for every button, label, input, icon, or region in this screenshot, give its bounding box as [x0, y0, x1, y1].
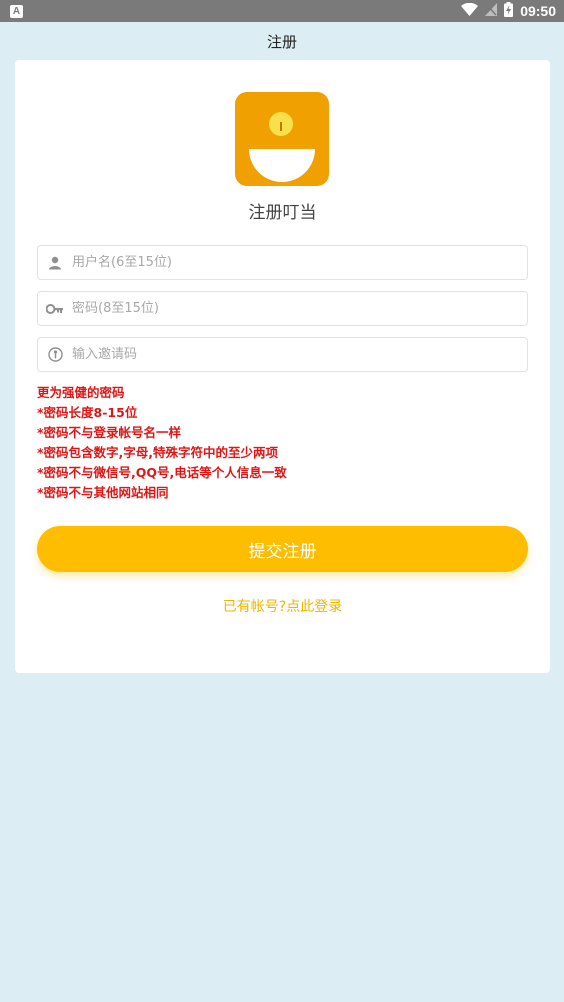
invite-code-input[interactable] — [72, 339, 527, 370]
password-field[interactable] — [37, 291, 528, 326]
password-input[interactable] — [72, 293, 527, 324]
username-input[interactable] — [72, 247, 527, 278]
login-link[interactable]: 已有帐号?点此登录 — [15, 596, 550, 616]
hint-line: *密码包含数字,字母,特殊字符中的至少两项 — [37, 445, 279, 460]
register-card: 注册叮当 更为强健的密码 *密码长度8-15位 *密码不与登录帐号名一样 *密码… — [15, 60, 550, 673]
app-notification-icon: A — [10, 4, 23, 18]
hint-line: *密码不与微信号,QQ号,电话等个人信息一致 — [37, 465, 287, 480]
hint-line: *密码不与其他网站相同 — [37, 485, 169, 500]
battery-charging-icon — [504, 1, 514, 21]
invite-field[interactable] — [37, 337, 528, 372]
status-right: 09:50 — [461, 1, 556, 21]
username-field[interactable] — [37, 245, 528, 280]
submit-register-button[interactable]: 提交注册 — [37, 526, 528, 572]
wifi-icon — [461, 2, 479, 20]
status-left: A — [10, 4, 23, 18]
key-icon — [38, 292, 72, 325]
hint-line: 更为强健的密码 — [37, 385, 125, 400]
page-title: 注册 — [266, 32, 297, 51]
app-logo — [235, 92, 329, 186]
signal-off-icon — [485, 2, 498, 20]
hint-line: *密码不与登录帐号名一样 — [37, 425, 182, 440]
logo-dot — [269, 112, 293, 136]
status-time: 09:50 — [520, 3, 556, 19]
info-circle-icon — [38, 338, 72, 371]
password-hints: 更为强健的密码 *密码长度8-15位 *密码不与登录帐号名一样 *密码包含数字,… — [37, 383, 528, 503]
person-icon — [38, 246, 72, 279]
status-bar: A 09:50 — [0, 0, 564, 22]
page-title-bar: 注册 — [0, 22, 564, 60]
hint-line: *密码长度8-15位 — [37, 405, 138, 420]
logo-bowl — [249, 149, 315, 182]
app-name: 注册叮当 — [248, 203, 317, 223]
